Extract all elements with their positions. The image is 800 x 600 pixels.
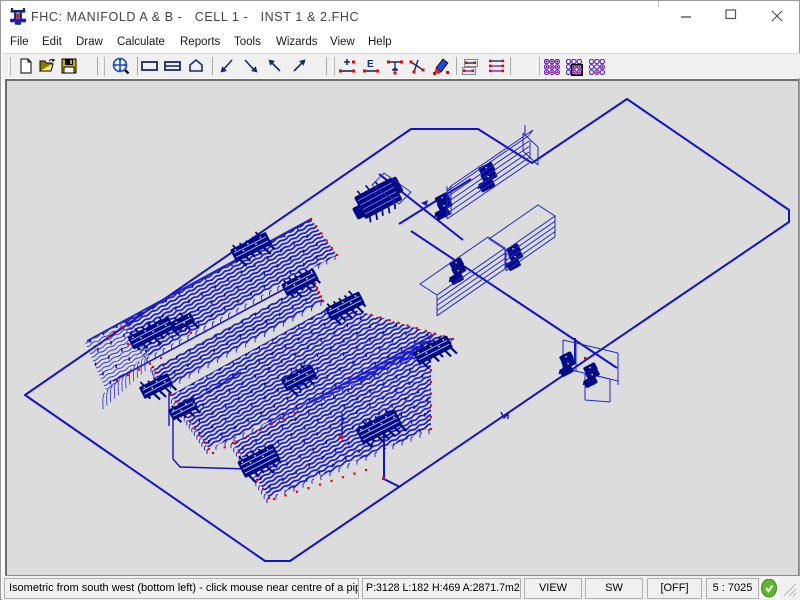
svg-text:E: E <box>367 59 374 70</box>
